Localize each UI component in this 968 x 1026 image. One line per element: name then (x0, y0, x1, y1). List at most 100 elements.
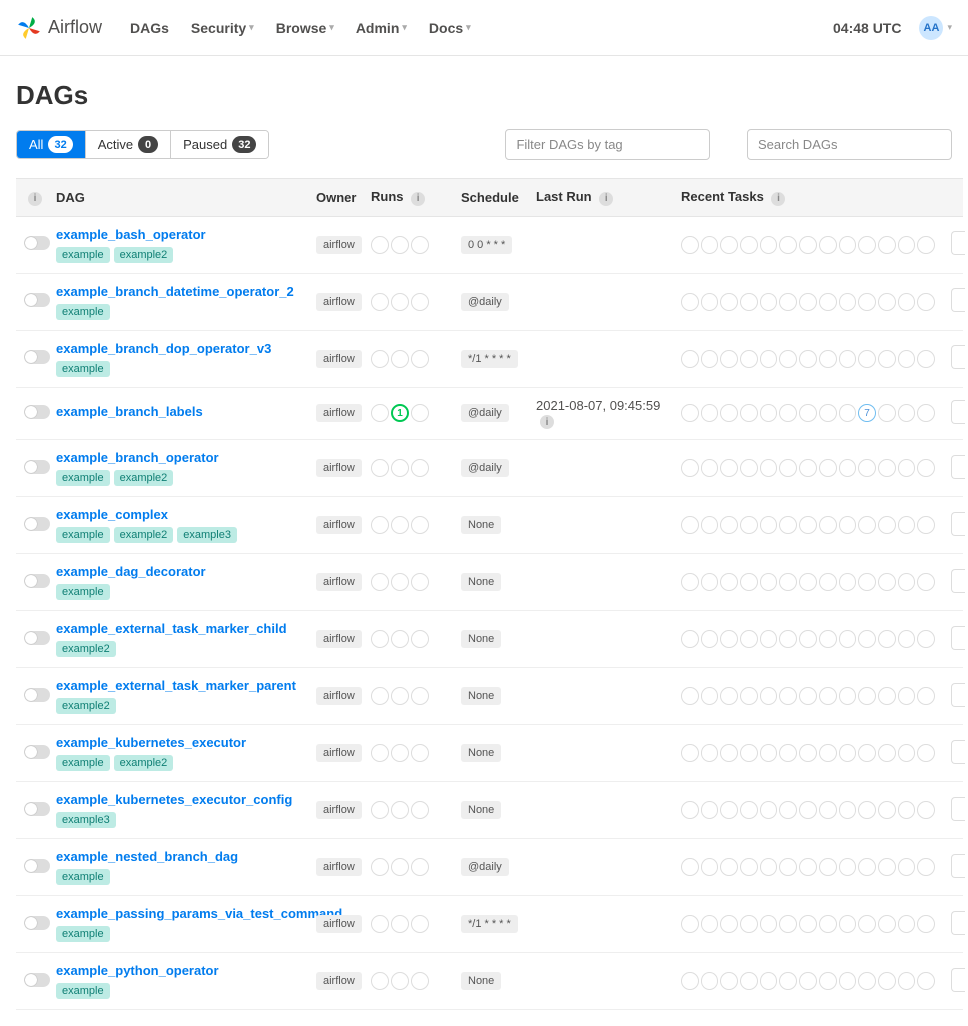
task-status-circle[interactable] (878, 236, 896, 254)
run-status-circle[interactable] (371, 687, 389, 705)
task-status-circle[interactable] (878, 915, 896, 933)
pause-toggle[interactable] (24, 802, 50, 816)
task-status-circle[interactable] (681, 915, 699, 933)
task-status-circle[interactable] (917, 459, 935, 477)
dag-link[interactable]: example_complex (56, 507, 168, 522)
task-status-circle[interactable] (701, 744, 719, 762)
schedule-pill[interactable]: 0 0 * * * (461, 236, 512, 254)
run-status-circle[interactable] (411, 630, 429, 648)
task-status-circle[interactable] (898, 801, 916, 819)
pause-toggle[interactable] (24, 973, 50, 987)
owner-pill[interactable]: airflow (316, 573, 362, 591)
task-status-circle[interactable] (681, 573, 699, 591)
run-status-circle[interactable] (411, 687, 429, 705)
task-status-circle[interactable] (779, 404, 797, 422)
task-status-circle[interactable] (701, 972, 719, 990)
task-status-circle[interactable] (720, 972, 738, 990)
task-status-circle[interactable] (858, 630, 876, 648)
task-status-circle[interactable] (740, 573, 758, 591)
schedule-pill[interactable]: */1 * * * * (461, 915, 518, 933)
task-status-circle[interactable] (701, 630, 719, 648)
task-status-circle[interactable] (681, 744, 699, 762)
task-status-circle[interactable] (779, 516, 797, 534)
task-status-circle[interactable] (701, 801, 719, 819)
last-run-timestamp[interactable]: 2021-08-07, 09:45:59 (536, 398, 660, 413)
task-status-circle[interactable] (779, 972, 797, 990)
nav-browse[interactable]: Browse▾ (276, 20, 334, 36)
run-status-circle[interactable] (391, 236, 409, 254)
task-status-circle[interactable] (839, 915, 857, 933)
schedule-pill[interactable]: */1 * * * * (461, 350, 518, 368)
dag-tag[interactable]: example3 (56, 812, 116, 828)
task-status-circle[interactable] (681, 404, 699, 422)
owner-pill[interactable]: airflow (316, 236, 362, 254)
dag-tag[interactable]: example (56, 304, 110, 320)
task-status-circle[interactable] (779, 915, 797, 933)
task-status-circle[interactable] (701, 459, 719, 477)
dag-tag[interactable]: example (56, 869, 110, 885)
row-actions[interactable] (951, 569, 965, 593)
dag-tag[interactable]: example (56, 470, 110, 486)
run-status-circle[interactable] (371, 404, 389, 422)
task-status-circle[interactable] (701, 858, 719, 876)
dag-link[interactable]: example_branch_labels (56, 404, 203, 419)
owner-pill[interactable]: airflow (316, 687, 362, 705)
task-status-circle[interactable] (819, 293, 837, 311)
task-status-circle[interactable] (878, 687, 896, 705)
filter-active[interactable]: Active 0 (86, 131, 171, 158)
owner-pill[interactable]: airflow (316, 801, 362, 819)
task-status-circle[interactable] (878, 459, 896, 477)
task-status-circle[interactable] (819, 236, 837, 254)
task-status-circle[interactable] (839, 972, 857, 990)
pause-toggle[interactable] (24, 405, 50, 419)
run-status-circle[interactable] (371, 744, 389, 762)
task-status-circle[interactable] (681, 236, 699, 254)
owner-pill[interactable]: airflow (316, 744, 362, 762)
task-status-circle[interactable] (858, 573, 876, 591)
task-status-circle[interactable] (720, 236, 738, 254)
task-status-circle[interactable] (898, 404, 916, 422)
dag-tag[interactable]: example3 (177, 527, 237, 543)
task-status-circle[interactable] (878, 972, 896, 990)
run-status-circle[interactable] (371, 293, 389, 311)
task-status-circle[interactable] (701, 915, 719, 933)
task-status-circle[interactable] (681, 858, 699, 876)
task-status-circle[interactable] (681, 687, 699, 705)
task-status-circle[interactable] (898, 573, 916, 591)
pause-toggle[interactable] (24, 460, 50, 474)
task-status-circle[interactable] (740, 972, 758, 990)
nav-security[interactable]: Security▾ (191, 20, 254, 36)
task-status-circle[interactable] (898, 630, 916, 648)
task-status-circle[interactable] (799, 459, 817, 477)
task-status-circle[interactable] (760, 459, 778, 477)
task-status-circle[interactable] (760, 801, 778, 819)
task-status-circle[interactable] (760, 516, 778, 534)
task-status-circle[interactable] (878, 801, 896, 819)
run-status-circle[interactable] (391, 630, 409, 648)
run-status-circle[interactable] (411, 293, 429, 311)
task-status-circle[interactable] (740, 516, 758, 534)
task-status-circle[interactable] (839, 459, 857, 477)
row-actions[interactable] (951, 288, 965, 312)
dag-tag[interactable]: example2 (56, 641, 116, 657)
task-status-circle[interactable] (779, 236, 797, 254)
col-owner-header[interactable]: Owner (308, 179, 363, 217)
task-status-circle[interactable] (799, 573, 817, 591)
task-status-circle[interactable] (878, 350, 896, 368)
nav-dags[interactable]: DAGs (130, 20, 169, 36)
task-status-circle[interactable] (701, 350, 719, 368)
task-status-circle[interactable]: 7 (858, 404, 876, 422)
run-status-circle[interactable] (411, 236, 429, 254)
task-status-circle[interactable] (858, 744, 876, 762)
dag-link[interactable]: example_branch_operator (56, 450, 219, 465)
run-status-circle[interactable] (391, 293, 409, 311)
task-status-circle[interactable] (819, 630, 837, 648)
dag-tag[interactable]: example (56, 926, 110, 942)
task-status-circle[interactable] (917, 236, 935, 254)
task-status-circle[interactable] (779, 687, 797, 705)
dag-tag[interactable]: example (56, 584, 110, 600)
task-status-circle[interactable] (740, 915, 758, 933)
owner-pill[interactable]: airflow (316, 459, 362, 477)
schedule-pill[interactable]: @daily (461, 293, 509, 311)
search-dags-input[interactable] (747, 129, 952, 160)
